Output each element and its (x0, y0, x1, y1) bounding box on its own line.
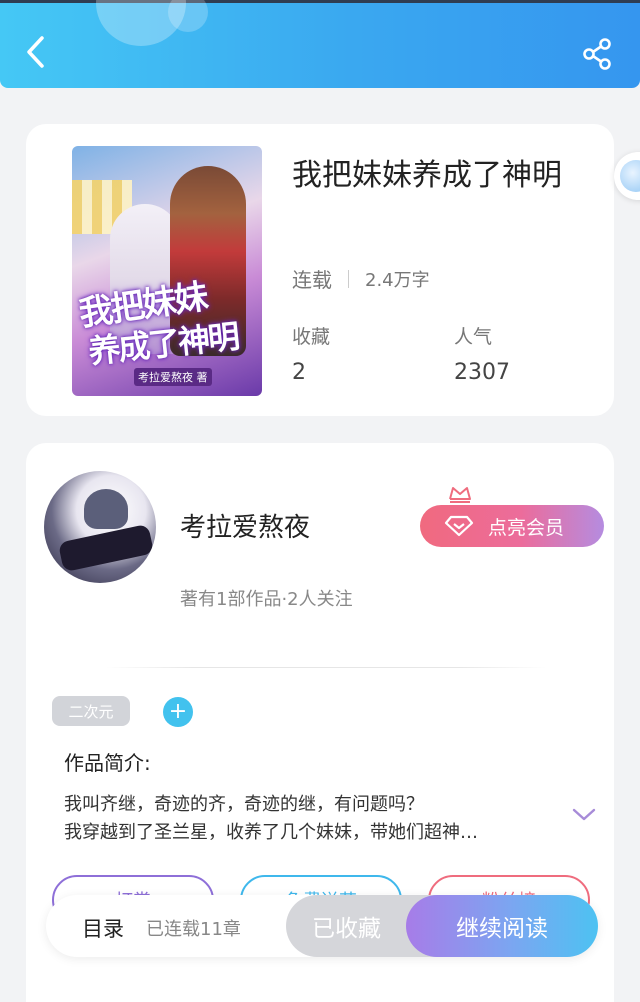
favorites-label: 收藏 (292, 326, 331, 348)
bubble-icon (620, 160, 640, 192)
book-title: 我把妹妹养成了神明 (292, 158, 562, 193)
decorative-bubble (168, 0, 208, 32)
genre-tag[interactable]: 二次元 (52, 696, 130, 726)
author-meta: 著有1部作品·2人关注 (180, 589, 353, 610)
author-avatar[interactable] (44, 471, 156, 583)
book-meta: 连载 2.4万字 (292, 264, 430, 293)
chevron-left-icon (27, 36, 44, 68)
avatar-art (57, 523, 155, 573)
popularity-value: 2307 (454, 360, 510, 385)
share-button[interactable] (578, 34, 618, 74)
book-info-card: 我把妹妹 养成了神明 考拉爱熬夜 著 我把妹妹养成了神明 连载 2.4万字 收藏… (26, 124, 614, 416)
expand-intro-button[interactable] (570, 805, 598, 825)
back-button[interactable] (18, 34, 54, 70)
top-header (0, 0, 640, 88)
chevron-down-icon (572, 808, 596, 821)
avatar-art (84, 489, 128, 529)
intro-label: 作品简介: (64, 751, 151, 775)
add-tag-button[interactable]: + (163, 697, 193, 727)
bottom-action-bar: 目录 已连载11章 已收藏 继续阅读 (46, 895, 598, 957)
collected-button-label: 已收藏 (312, 916, 381, 942)
diamond-icon (444, 515, 474, 537)
crown-icon (449, 487, 471, 503)
word-count: 2.4万字 (365, 269, 430, 291)
divider (348, 269, 349, 288)
popularity-label: 人气 (454, 326, 493, 348)
author-name[interactable]: 考拉爱熬夜 (180, 507, 310, 544)
continue-reading-label: 继续阅读 (456, 916, 548, 942)
vip-button-label: 点亮会员 (488, 516, 565, 539)
continue-reading-button[interactable]: 继续阅读 (406, 895, 598, 957)
vip-button[interactable]: 点亮会员 (420, 505, 604, 547)
favorites-value: 2 (292, 360, 306, 385)
intro-line: 我叫齐继，奇迹的齐，奇迹的继，有问题吗？ (64, 794, 424, 815)
share-icon (583, 38, 611, 70)
toc-button[interactable]: 目录 (82, 913, 124, 943)
book-cover[interactable]: 我把妹妹 养成了神明 考拉爱熬夜 著 (72, 146, 262, 396)
chapter-count: 已连载11章 (146, 919, 241, 940)
serial-status: 连载 (292, 268, 332, 292)
cover-author-tag: 考拉爱熬夜 著 (134, 368, 212, 386)
intro-text[interactable]: 我叫齐继，奇迹的齐，奇迹的继，有问题吗？ 我穿越到了圣兰星，收养了几个妹妹，带她… (64, 791, 554, 847)
floating-side-widget[interactable] (614, 152, 640, 200)
divider (106, 667, 546, 668)
intro-line: 我穿越到了圣兰星，收养了几个妹妹，带她们超神… (64, 822, 478, 843)
